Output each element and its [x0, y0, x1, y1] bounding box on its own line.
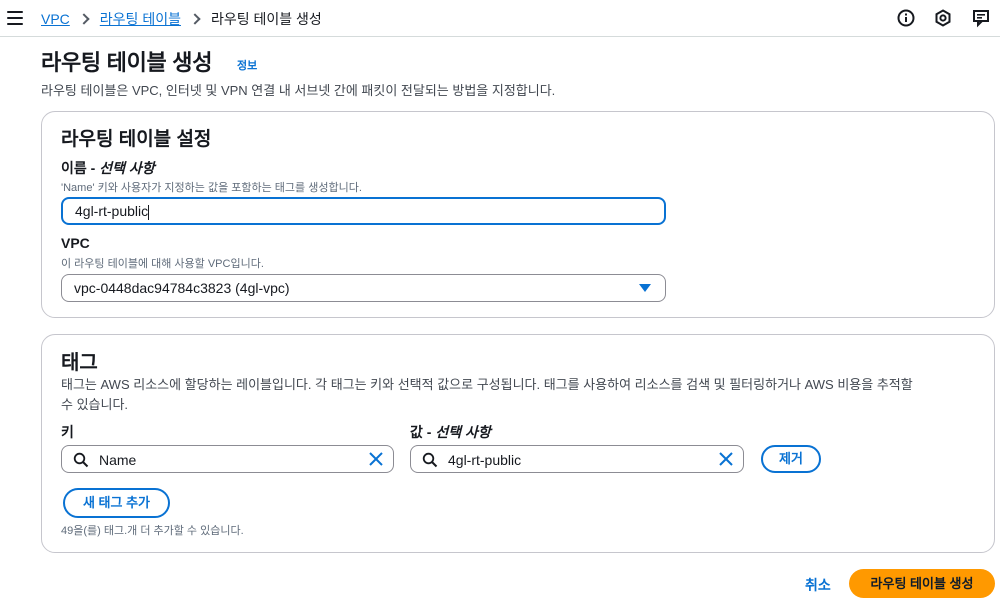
feedback-icon[interactable] [971, 8, 991, 28]
breadcrumb-vpc[interactable]: VPC [41, 11, 70, 27]
caret-down-icon [639, 284, 651, 292]
search-icon [73, 452, 89, 468]
top-navigation-bar: VPC 라우팅 테이블 라우팅 테이블 생성 [0, 0, 1000, 37]
text-cursor [148, 204, 150, 220]
menu-icon[interactable] [7, 11, 23, 25]
search-icon [422, 452, 438, 468]
add-tag-button[interactable]: 새 태그 추가 [63, 488, 170, 518]
create-route-table-button[interactable]: 라우팅 테이블 생성 [849, 569, 995, 598]
breadcrumb-current: 라우팅 테이블 생성 [210, 11, 322, 27]
breadcrumb-route-tables[interactable]: 라우팅 테이블 [100, 9, 181, 29]
clear-icon[interactable] [718, 451, 734, 467]
settings-icon[interactable] [933, 8, 953, 28]
name-field-label: 이름 - 선택 사항 [61, 158, 155, 178]
chevron-right-icon [78, 13, 90, 25]
tag-value-input[interactable]: 4gl-rt-public [410, 445, 744, 473]
breadcrumb: VPC 라우팅 테이블 라우팅 테이블 생성 [41, 9, 322, 29]
settings-panel-title: 라우팅 테이블 설정 [61, 129, 212, 150]
value-column-label: 값 - 선택 사항 [410, 422, 491, 442]
tag-limit-text: 49을(를) 태그.개 더 추가할 수 있습니다. [61, 525, 244, 537]
name-input-value: 4gl-rt-public [75, 203, 149, 219]
vpc-field-label: VPC [61, 235, 90, 251]
chevron-right-icon [189, 13, 201, 25]
vpc-field-description: 이 라우팅 테이블에 대해 사용할 VPC입니다. [61, 258, 264, 270]
tags-description-line1: 태그는 AWS 리소스에 할당하는 레이블입니다. 각 태그는 키와 선택적 값… [61, 377, 913, 392]
value-optional-text: 선택 사항 [435, 424, 491, 440]
tag-key-value: Name [99, 452, 137, 468]
name-input[interactable]: 4gl-rt-public [61, 197, 666, 225]
tags-panel: 태그 태그는 AWS 리소스에 할당하는 레이블입니다. 각 태그는 키와 선택… [41, 334, 995, 553]
remove-tag-button[interactable]: 제거 [761, 445, 821, 473]
name-optional-text: 선택 사항 [99, 160, 155, 176]
tag-key-input[interactable]: Name [61, 445, 394, 473]
name-field-description: 'Name' 키와 사용자가 지정하는 값을 포함하는 태그를 생성합니다. [61, 182, 362, 194]
info-link[interactable]: 정보 [237, 57, 257, 73]
tag-value-value: 4gl-rt-public [448, 452, 522, 468]
tags-description-line2: 수 있습니다. [61, 397, 129, 412]
value-label-text: 값 - [410, 424, 436, 440]
vpc-select-value: vpc-0448dac94784c3823 (4gl-vpc) [74, 280, 290, 296]
info-icon[interactable] [896, 8, 916, 28]
page-title: 라우팅 테이블 생성 [41, 50, 213, 75]
route-table-settings-panel: 라우팅 테이블 설정 이름 - 선택 사항 'Name' 키와 사용자가 지정하… [41, 111, 995, 318]
clear-icon[interactable] [368, 451, 384, 467]
key-column-label: 키 [61, 424, 74, 440]
tags-panel-title: 태그 [61, 352, 98, 374]
vpc-select[interactable]: vpc-0448dac94784c3823 (4gl-vpc) [61, 274, 666, 302]
page-description: 라우팅 테이블은 VPC, 인터넷 및 VPN 연결 내 서브넷 간에 패킷이 … [41, 83, 556, 98]
tags-description: 태그는 AWS 리소스에 할당하는 레이블입니다. 각 태그는 키와 선택적 값… [61, 375, 991, 415]
name-label-text: 이름 - [61, 160, 100, 176]
cancel-button[interactable]: 취소 [805, 575, 831, 595]
